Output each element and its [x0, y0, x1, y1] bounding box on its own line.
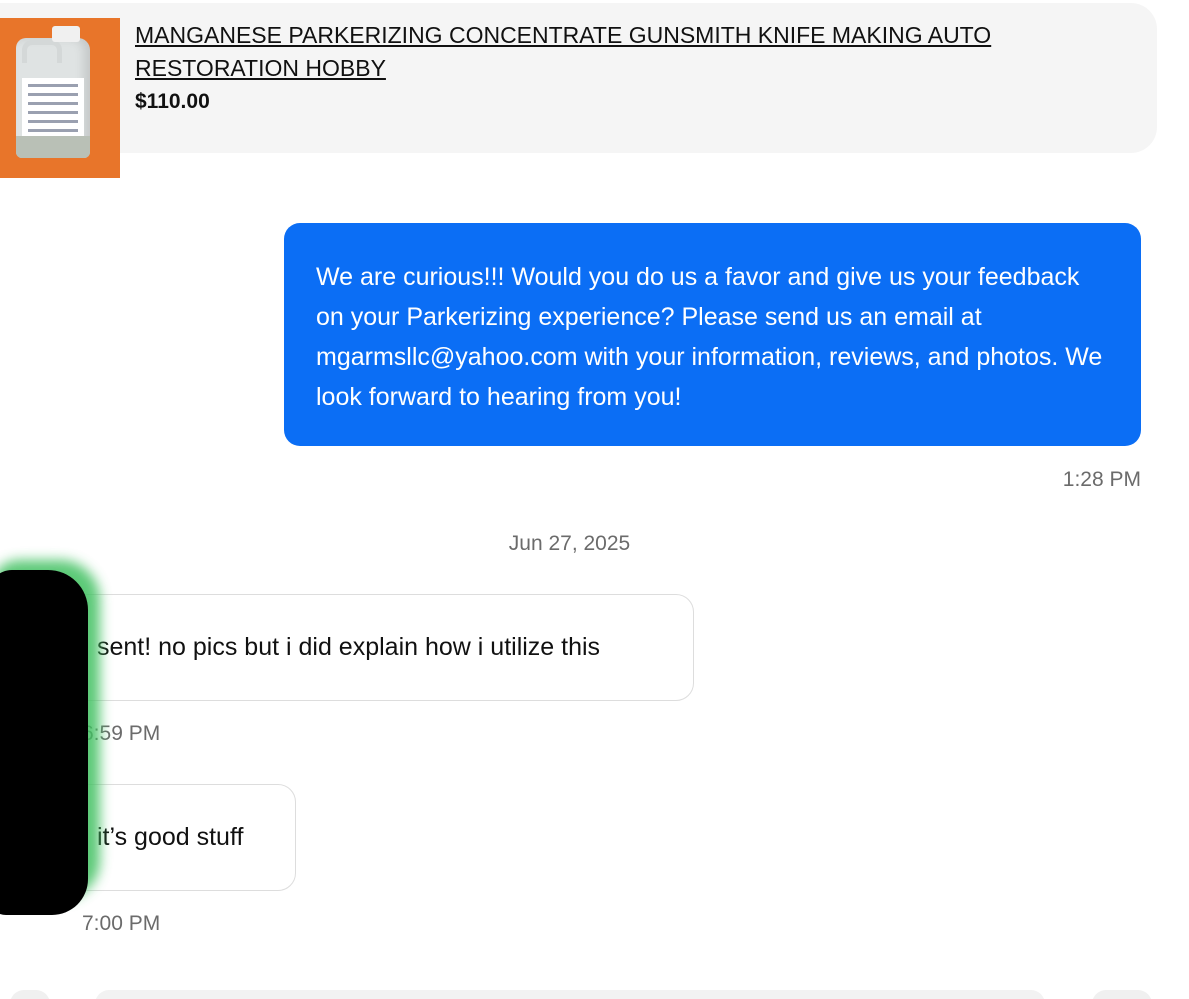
jug-cap	[52, 26, 80, 42]
redacted-avatar	[0, 570, 88, 915]
incoming-message: sent! no pics but i did explain how i ut…	[60, 594, 694, 701]
message-timestamp: 1:28 PM	[1062, 468, 1141, 491]
jug-liquid	[16, 136, 90, 158]
conversation-view: MANGANESE PARKERIZING CONCENTRATE GUNSMI…	[0, 0, 1189, 999]
attach-button[interactable]	[10, 990, 50, 999]
product-image[interactable]	[0, 18, 120, 178]
message-timestamp: 7:00 PM	[82, 912, 161, 935]
jug-handle	[22, 40, 62, 63]
message-input[interactable]	[95, 990, 1045, 999]
jug-label	[22, 78, 84, 136]
outgoing-message: We are curious!!! Would you do us a favo…	[284, 223, 1141, 446]
date-separator: Jun 27, 2025	[508, 532, 631, 555]
product-price: $110.00	[135, 90, 210, 113]
product-title-link[interactable]: MANGANESE PARKERIZING CONCENTRATE GUNSMI…	[135, 19, 1055, 85]
send-button[interactable]	[1092, 990, 1152, 999]
